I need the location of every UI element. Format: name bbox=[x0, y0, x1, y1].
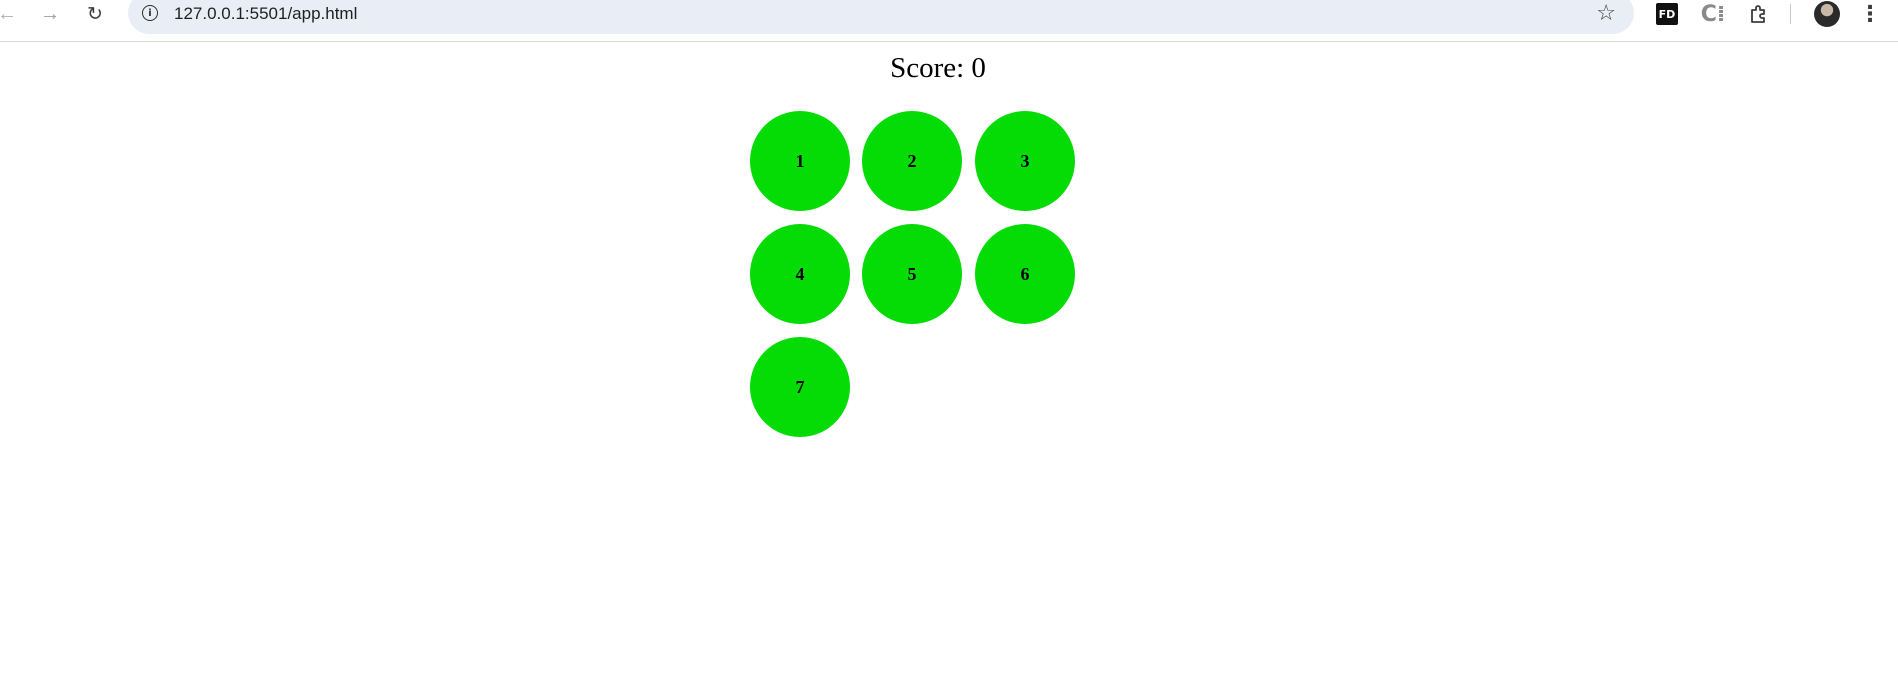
ball-6[interactable]: 6 bbox=[975, 224, 1075, 324]
back-button[interactable]: ← bbox=[0, 0, 22, 28]
extension-fd-icon[interactable]: FD bbox=[1656, 3, 1678, 25]
ball-1[interactable]: 1 bbox=[750, 111, 850, 211]
ball-7[interactable]: 7 bbox=[750, 337, 850, 437]
kebab-menu-icon[interactable]: ⋮ bbox=[1859, 0, 1881, 28]
score-label: Score: 0 bbox=[890, 52, 986, 84]
arrow-right-icon: → bbox=[40, 2, 60, 25]
reload-icon: ↻ bbox=[87, 3, 103, 25]
url-text[interactable]: 127.0.0.1:5501/app.html bbox=[174, 4, 357, 24]
ball-4[interactable]: 4 bbox=[750, 224, 850, 324]
ball-2[interactable]: 2 bbox=[862, 111, 962, 211]
address-bar[interactable]: i 127.0.0.1:5501/app.html ☆ bbox=[128, 0, 1634, 34]
ball-3[interactable]: 3 bbox=[975, 111, 1075, 211]
puzzle-icon-graphic bbox=[1751, 5, 1765, 23]
ball-5[interactable]: 5 bbox=[862, 224, 962, 324]
info-icon[interactable]: i bbox=[142, 5, 158, 21]
star-icon[interactable]: ☆ bbox=[1596, 1, 1616, 26]
extension-c-icon[interactable]: C⁞ bbox=[1701, 2, 1726, 27]
puzzle-icon[interactable] bbox=[1747, 2, 1771, 26]
avatar[interactable] bbox=[1814, 1, 1840, 27]
forward-button[interactable]: → bbox=[35, 0, 65, 28]
toolbar-divider bbox=[1790, 4, 1791, 24]
arrow-left-icon: ← bbox=[0, 2, 17, 25]
reload-button[interactable]: ↻ bbox=[80, 0, 110, 28]
browser-toolbar: ← → ↻ i 127.0.0.1:5501/app.html ☆ FD C⁞ … bbox=[0, 0, 1898, 42]
